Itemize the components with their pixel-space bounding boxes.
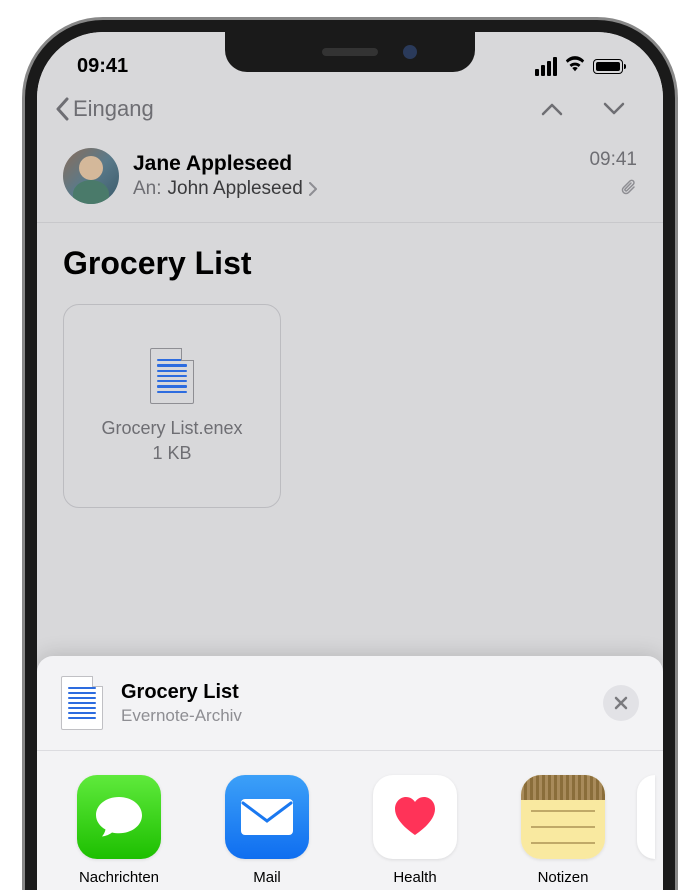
message-time: 09:41 — [589, 149, 637, 171]
app-label: Mail — [253, 869, 281, 886]
share-app-messages[interactable]: Nachrichten — [45, 775, 193, 886]
health-app-icon — [373, 775, 457, 859]
back-button[interactable]: Eingang — [55, 96, 154, 122]
message-nav-arrows — [541, 102, 645, 116]
notes-app-icon — [521, 775, 605, 859]
share-app-partial[interactable] — [637, 775, 655, 859]
chevron-left-icon — [55, 97, 69, 121]
attachment-indicator-icon — [589, 179, 637, 203]
back-label: Eingang — [73, 96, 154, 122]
share-sheet-header: Grocery List Evernote-Archiv — [37, 656, 663, 751]
document-icon — [61, 676, 103, 730]
message-header: Jane Appleseed An: John Appleseed 09:41 — [37, 138, 663, 223]
share-sheet-subtitle: Evernote-Archiv — [121, 706, 585, 726]
front-camera — [403, 45, 417, 59]
recipient-name: John Appleseed — [168, 178, 303, 200]
share-sheet-title: Grocery List — [121, 681, 585, 704]
sender-avatar[interactable] — [63, 148, 119, 204]
share-app-health[interactable]: Health — [341, 775, 489, 886]
messages-app-icon — [77, 775, 161, 859]
status-time: 09:41 — [77, 55, 128, 78]
cellular-signal-icon — [535, 57, 557, 76]
to-label: An: — [133, 178, 162, 200]
close-icon — [614, 696, 628, 710]
share-app-notes[interactable]: Notizen — [489, 775, 637, 886]
attachment-filename: Grocery List.enex — [101, 418, 242, 439]
previous-message-button[interactable] — [541, 102, 563, 116]
share-sheet: Grocery List Evernote-Archiv Nac — [37, 656, 663, 890]
app-label: Nachrichten — [79, 869, 159, 886]
close-button[interactable] — [603, 685, 639, 721]
attachment-size: 1 KB — [152, 443, 191, 464]
header-meta: 09:41 — [589, 149, 637, 203]
navigation-bar: Eingang — [37, 84, 663, 138]
attachment-tile[interactable]: Grocery List.enex 1 KB — [63, 304, 281, 508]
document-icon — [150, 348, 194, 404]
chevron-right-icon — [309, 182, 317, 196]
speaker — [322, 48, 378, 56]
device-frame: 09:41 Eingang — [25, 20, 675, 890]
screen: 09:41 Eingang — [37, 32, 663, 890]
next-message-button[interactable] — [603, 102, 625, 116]
sender-name: Jane Appleseed — [133, 152, 575, 176]
app-label: Health — [393, 869, 436, 886]
message-subject: Grocery List — [37, 223, 663, 304]
share-app-mail[interactable]: Mail — [193, 775, 341, 886]
notch — [225, 32, 475, 72]
status-indicators — [535, 54, 623, 78]
share-apps-row[interactable]: Nachrichten Mail — [37, 751, 663, 890]
wifi-icon — [564, 54, 586, 78]
battery-icon — [593, 59, 623, 74]
recipient-row[interactable]: An: John Appleseed — [133, 178, 575, 200]
mail-app-icon — [225, 775, 309, 859]
app-label: Notizen — [538, 869, 589, 886]
